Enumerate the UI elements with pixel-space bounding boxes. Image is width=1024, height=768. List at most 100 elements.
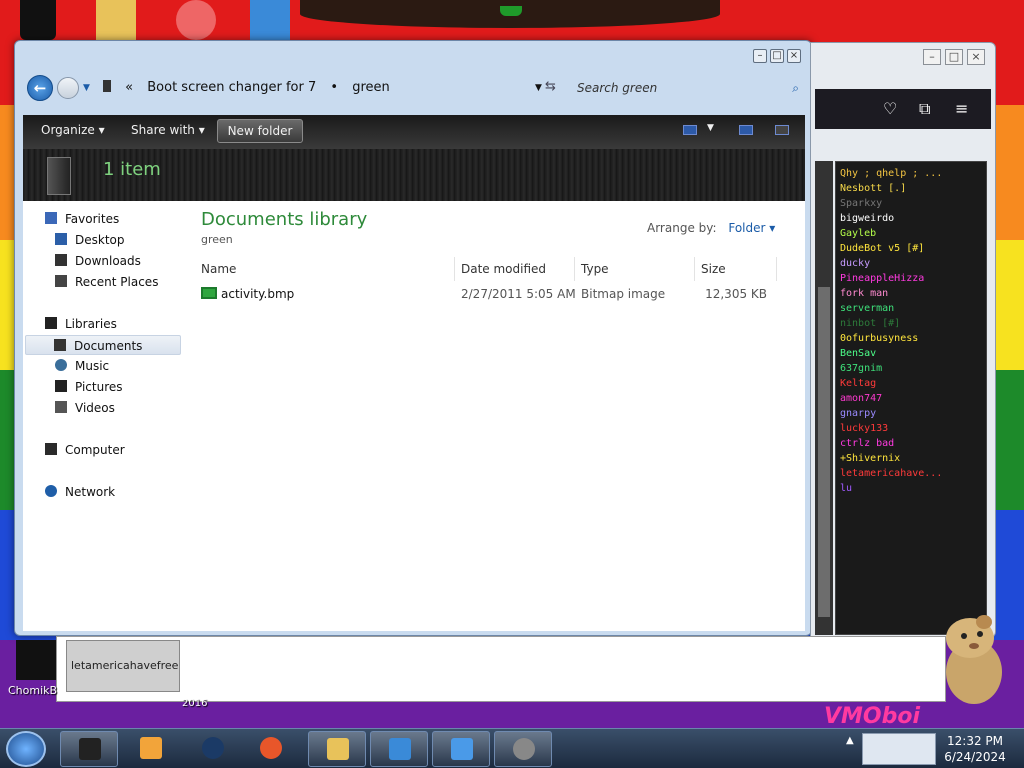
column-header-date[interactable]: Date modified (461, 257, 575, 281)
preview-pane-icon[interactable] (739, 125, 753, 135)
nav-pictures[interactable]: Pictures (55, 377, 195, 397)
menu-icon[interactable]: ≡ (955, 99, 968, 118)
chat-user[interactable]: DudeBot v5 [#] (840, 241, 982, 256)
nav-videos[interactable]: Videos (55, 398, 195, 418)
chat-scrollbar[interactable] (815, 161, 833, 635)
nav-network-label: Network (65, 485, 116, 499)
forward-button[interactable] (57, 77, 79, 99)
search-icon[interactable]: ⌕ (792, 77, 799, 99)
view-dropdown-icon[interactable]: ▼ (707, 123, 714, 133)
desktop-wallpaper-shape (300, 0, 720, 28)
nav-desktop[interactable]: Desktop (55, 230, 195, 250)
command-bar: Organize ▾ Share with ▾ New folder ▼ (23, 115, 805, 149)
pocket-icon[interactable]: ♡ (883, 99, 897, 118)
drive-icon (103, 80, 111, 92)
chat-user[interactable]: Nesbott [.] (840, 181, 982, 196)
taskbar-app-folder[interactable] (308, 731, 366, 767)
browser-minimize-button[interactable]: – (923, 49, 941, 65)
chat-user[interactable]: bigweirdo (840, 211, 982, 226)
taskbar-app-firefox[interactable] (242, 731, 300, 767)
view-options-icon[interactable] (683, 125, 697, 135)
chat-user[interactable]: ctrlz bad (840, 436, 982, 451)
nav-computer[interactable]: Computer (45, 440, 185, 460)
library-title: Documents library (201, 209, 368, 230)
nav-music[interactable]: Music (55, 356, 195, 376)
chat-user[interactable]: fork man (840, 286, 982, 301)
taskbar-app-explorer-dark[interactable] (60, 731, 118, 767)
clock[interactable]: 12:32 PM 6/24/2024 (940, 733, 1010, 765)
chat-user[interactable]: BenSav (840, 346, 982, 361)
chat-user[interactable]: Keltag (840, 376, 982, 391)
nav-favorites[interactable]: Favorites (45, 209, 185, 229)
chat-user[interactable]: PineappleHizza (840, 271, 982, 286)
chat-user[interactable]: 637gnim (840, 361, 982, 376)
chat-scroll-thumb[interactable] (818, 287, 830, 617)
browser-maximize-button[interactable]: □ (945, 49, 963, 65)
show-hidden-icons[interactable]: ▲ (846, 735, 856, 763)
music-icon (55, 359, 67, 371)
taskbar-app-shield[interactable] (370, 731, 428, 767)
taskbar-app-shield-2[interactable] (432, 731, 490, 767)
nav-libraries[interactable]: Libraries (45, 314, 185, 334)
desktop-icon-folder[interactable] (96, 0, 136, 40)
recent-pages-dropdown[interactable]: ▼ (83, 83, 90, 93)
breadcrumb-separator-icon[interactable]: • (330, 80, 338, 95)
file-date: 2/27/2011 5:05 AM (461, 287, 576, 301)
explorer-window: – □ × ← ▼ « Boot screen changer for 7 • … (14, 40, 812, 636)
help-icon[interactable] (775, 125, 789, 135)
chat-user[interactable]: lucky133 (840, 421, 982, 436)
breadcrumb-item[interactable]: Boot screen changer for 7 (147, 80, 316, 95)
minimize-button[interactable]: – (753, 49, 767, 63)
start-button[interactable] (6, 731, 46, 767)
organize-button[interactable]: Organize ▾ (41, 123, 105, 137)
share-with-button[interactable]: Share with ▾ (131, 123, 205, 137)
nav-network[interactable]: Network (45, 482, 185, 502)
background-tab[interactable]: letamericahavefreedo (66, 640, 180, 692)
file-row[interactable]: activity.bmp (201, 287, 294, 301)
search-input[interactable]: Search green ⌕ (569, 77, 805, 101)
chat-user[interactable]: Sparkxy (840, 196, 982, 211)
chat-user[interactable]: lu (840, 481, 982, 496)
column-header-name[interactable]: Name (201, 257, 455, 281)
back-button[interactable]: ← (27, 75, 53, 101)
address-dropdown-icon[interactable]: ▼ (535, 77, 542, 99)
chat-user[interactable]: letamericahave... (840, 466, 982, 481)
chat-user[interactable]: Gayleb (840, 226, 982, 241)
taskbar-app-globe[interactable] (184, 731, 242, 767)
maximize-button[interactable]: □ (770, 49, 784, 63)
desktop-icon-bin[interactable] (20, 0, 56, 40)
chat-user[interactable]: amon747 (840, 391, 982, 406)
breadcrumb-item[interactable]: green (352, 80, 390, 95)
nav-documents[interactable]: Documents (25, 335, 181, 355)
taskbar-app-tool[interactable] (494, 731, 552, 767)
chat-user[interactable]: serverman (840, 301, 982, 316)
taskbar-app-media[interactable] (122, 731, 180, 767)
chat-user[interactable]: 0ofurbusyness (840, 331, 982, 346)
chat-user[interactable]: Qhy ; qhelp ; ... (840, 166, 982, 181)
overflow-chevron-icon[interactable]: « (125, 80, 133, 95)
desktop-icon-app[interactable] (176, 0, 216, 40)
nav-recent-places[interactable]: Recent Places (55, 272, 195, 292)
address-bar[interactable]: « Boot screen changer for 7 • green ▼ (97, 77, 569, 101)
videos-icon (55, 401, 67, 413)
chat-user[interactable]: +Shivernix (840, 451, 982, 466)
column-header-type[interactable]: Type (581, 257, 695, 281)
browser-close-button[interactable]: × (967, 49, 985, 65)
nav-downloads[interactable]: Downloads (55, 251, 195, 271)
shield-icon (389, 738, 411, 760)
clock-time: 12:32 PM (947, 734, 1003, 748)
extensions-icon[interactable]: ⧉ (919, 99, 930, 119)
close-button[interactable]: × (787, 49, 801, 63)
arrange-by-label: Arrange by: (647, 221, 717, 235)
chat-user[interactable]: ninbot [#] (840, 316, 982, 331)
desktop-icon-chomik[interactable] (16, 640, 56, 680)
tray-thumbnail[interactable] (862, 733, 936, 765)
arrange-by-dropdown[interactable]: Folder ▾ (728, 221, 775, 235)
chat-user[interactable]: gnarpy (840, 406, 982, 421)
nav-downloads-label: Downloads (75, 254, 141, 268)
desktop-icon-shield[interactable] (250, 0, 290, 40)
chat-user[interactable]: ducky (840, 256, 982, 271)
new-folder-button[interactable]: New folder (217, 119, 303, 143)
refresh-icon[interactable]: ⇆ (545, 79, 556, 94)
column-header-size[interactable]: Size (701, 257, 777, 281)
